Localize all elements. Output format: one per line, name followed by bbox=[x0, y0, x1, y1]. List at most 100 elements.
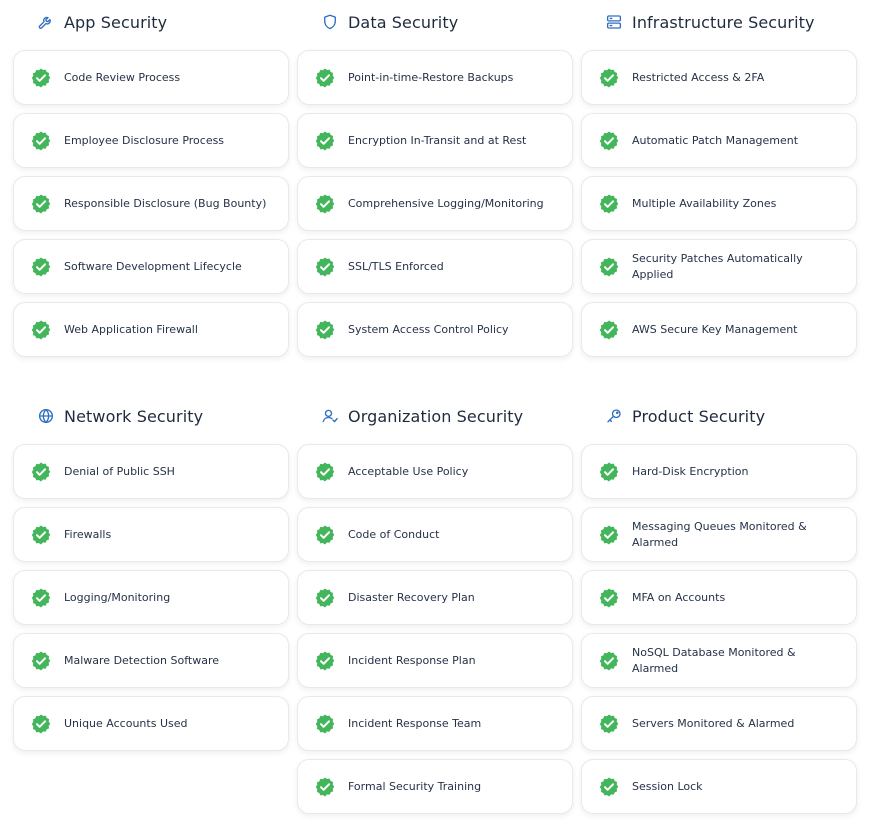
security-item-card: Acceptable Use Policy bbox=[297, 444, 573, 499]
security-item-label: Formal Security Training bbox=[348, 779, 482, 793]
item-list: Acceptable Use Policy Code of Conduct Disa… bbox=[297, 444, 573, 822]
section-title: Organization Security bbox=[348, 406, 524, 426]
security-item-label: Incident Response Team bbox=[348, 716, 482, 730]
check-badge-icon bbox=[598, 650, 620, 672]
section-organization-security: Organization Security Acceptable Use Pol… bbox=[297, 403, 573, 822]
security-item-label: Messaging Queues Monitored & Alarmed bbox=[632, 519, 807, 549]
section-title: Infrastructure Security bbox=[632, 12, 815, 32]
check-badge-icon bbox=[314, 587, 336, 609]
security-item-label: System Access Control Policy bbox=[348, 322, 509, 336]
check-badge-icon bbox=[598, 713, 620, 735]
security-item-label: Hard-Disk Encryption bbox=[632, 464, 749, 478]
check-badge-icon bbox=[598, 524, 620, 546]
globe-icon bbox=[37, 407, 55, 425]
security-item-label: Restricted Access & 2FA bbox=[632, 70, 765, 84]
section-network-security: Network Security Denial of Public SSH Fir… bbox=[13, 403, 289, 759]
server-icon bbox=[605, 13, 623, 31]
check-badge-icon bbox=[314, 713, 336, 735]
section-product-security: Product Security Hard-Disk Encryption Mes… bbox=[581, 403, 857, 822]
check-badge-icon bbox=[598, 256, 620, 278]
security-item-label: Logging/Monitoring bbox=[64, 590, 171, 604]
check-badge-icon bbox=[314, 461, 336, 483]
section-header: App Security bbox=[37, 9, 289, 35]
check-badge-icon bbox=[30, 319, 52, 341]
security-item-card: Security Patches Automatically Applied bbox=[581, 239, 857, 294]
check-badge-icon bbox=[30, 130, 52, 152]
security-item-card: Denial of Public SSH bbox=[13, 444, 289, 499]
security-item-card: Web Application Firewall bbox=[13, 302, 289, 357]
security-item-label: Denial of Public SSH bbox=[64, 464, 175, 478]
security-item-card: Code of Conduct bbox=[297, 507, 573, 562]
security-item-card: NoSQL Database Monitored & Alarmed bbox=[581, 633, 857, 688]
security-item-card: Code Review Process bbox=[13, 50, 289, 105]
security-item-card: Employee Disclosure Process bbox=[13, 113, 289, 168]
item-list: Denial of Public SSH Firewalls Logging/Mon… bbox=[13, 444, 289, 759]
security-item-label: Incident Response Plan bbox=[348, 653, 476, 667]
check-badge-icon bbox=[30, 650, 52, 672]
section-header: Product Security bbox=[605, 403, 857, 429]
security-item-card: Automatic Patch Management bbox=[581, 113, 857, 168]
security-item-label: Disaster Recovery Plan bbox=[348, 590, 475, 604]
security-item-card: Restricted Access & 2FA bbox=[581, 50, 857, 105]
security-item-label: Web Application Firewall bbox=[64, 322, 198, 336]
check-badge-icon bbox=[598, 776, 620, 798]
security-item-card: Firewalls bbox=[13, 507, 289, 562]
check-badge-icon bbox=[314, 130, 336, 152]
security-item-label: Multiple Availability Zones bbox=[632, 196, 777, 210]
wrench-icon bbox=[37, 13, 55, 31]
user-icon bbox=[321, 407, 339, 425]
check-badge-icon bbox=[30, 524, 52, 546]
check-badge-icon bbox=[598, 461, 620, 483]
security-item-label: Acceptable Use Policy bbox=[348, 464, 469, 478]
security-item-label: AWS Secure Key Management bbox=[632, 322, 798, 336]
security-item-card: MFA on Accounts bbox=[581, 570, 857, 625]
security-item-card: Incident Response Plan bbox=[297, 633, 573, 688]
security-item-card: Session Lock bbox=[581, 759, 857, 814]
section-data-security: Data Security Point-in-time-Restore Back… bbox=[297, 9, 573, 365]
check-badge-icon bbox=[598, 193, 620, 215]
section-infrastructure-security: Infrastructure Security Restricted Acces… bbox=[581, 9, 857, 365]
check-badge-icon bbox=[314, 256, 336, 278]
check-badge-icon bbox=[598, 130, 620, 152]
security-item-card: Point-in-time-Restore Backups bbox=[297, 50, 573, 105]
security-item-label: Firewalls bbox=[64, 527, 112, 541]
security-item-label: NoSQL Database Monitored & Alarmed bbox=[632, 645, 796, 675]
security-item-card: Responsible Disclosure (Bug Bounty) bbox=[13, 176, 289, 231]
check-badge-icon bbox=[30, 193, 52, 215]
section-header: Organization Security bbox=[321, 403, 573, 429]
check-badge-icon bbox=[30, 256, 52, 278]
security-item-card: Unique Accounts Used bbox=[13, 696, 289, 751]
security-item-card: Incident Response Team bbox=[297, 696, 573, 751]
security-item-card: System Access Control Policy bbox=[297, 302, 573, 357]
security-item-label: Security Patches Automatically Applied bbox=[632, 251, 803, 281]
item-list: Restricted Access & 2FA Automatic Patch M… bbox=[581, 50, 857, 365]
security-item-label: Software Development Lifecycle bbox=[64, 259, 242, 273]
security-item-label: Encryption In-Transit and at Rest bbox=[348, 133, 527, 147]
security-item-card: Logging/Monitoring bbox=[13, 570, 289, 625]
section-title: Product Security bbox=[632, 406, 766, 426]
section-header: Data Security bbox=[321, 9, 573, 35]
item-list: Point-in-time-Restore Backups Encryption … bbox=[297, 50, 573, 365]
security-item-label: MFA on Accounts bbox=[632, 590, 726, 604]
section-title: Network Security bbox=[64, 406, 204, 426]
check-badge-icon bbox=[314, 193, 336, 215]
security-item-label: Code of Conduct bbox=[348, 527, 440, 541]
check-badge-icon bbox=[598, 67, 620, 89]
security-item-card: Multiple Availability Zones bbox=[581, 176, 857, 231]
check-badge-icon bbox=[314, 776, 336, 798]
security-item-label: Session Lock bbox=[632, 779, 703, 793]
security-item-label: Automatic Patch Management bbox=[632, 133, 799, 147]
security-item-label: Comprehensive Logging/Monitoring bbox=[348, 196, 544, 210]
check-badge-icon bbox=[598, 319, 620, 341]
section-title: App Security bbox=[64, 12, 168, 32]
check-badge-icon bbox=[314, 650, 336, 672]
security-item-card: Comprehensive Logging/Monitoring bbox=[297, 176, 573, 231]
security-item-label: Servers Monitored & Alarmed bbox=[632, 716, 795, 730]
security-item-card: Malware Detection Software bbox=[13, 633, 289, 688]
security-item-card: Formal Security Training bbox=[297, 759, 573, 814]
section-title: Data Security bbox=[348, 12, 459, 32]
security-item-label: Unique Accounts Used bbox=[64, 716, 188, 730]
section-header: Network Security bbox=[37, 403, 289, 429]
check-badge-icon bbox=[314, 319, 336, 341]
check-badge-icon bbox=[314, 524, 336, 546]
